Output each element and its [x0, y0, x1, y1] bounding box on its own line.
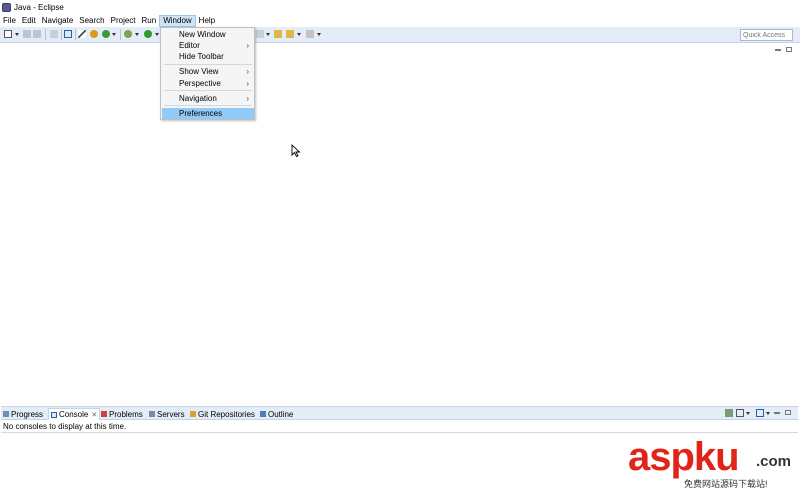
progress-icon: [3, 411, 9, 417]
chevron-right-icon: ›: [246, 67, 249, 76]
external-tools-icon[interactable]: [124, 30, 132, 38]
tab-console[interactable]: Console ✕: [48, 408, 101, 420]
tab-problems[interactable]: Problems: [101, 408, 143, 420]
new-file-icon[interactable]: [4, 30, 12, 38]
display-console-icon[interactable]: [736, 409, 744, 417]
tab-servers[interactable]: Servers: [149, 408, 185, 420]
run-icon[interactable]: [144, 30, 152, 38]
git-icon: [190, 411, 196, 417]
tab-git-repositories[interactable]: Git Repositories: [190, 408, 255, 420]
menu-help[interactable]: Help: [196, 15, 218, 27]
mouse-cursor-icon: [291, 144, 301, 158]
watermark-text: aspku: [628, 435, 740, 479]
tab-label: Problems: [109, 409, 143, 419]
refresh-dropdown-icon[interactable]: [112, 33, 116, 36]
menu-file[interactable]: File: [0, 15, 19, 27]
menu-separator: [164, 105, 252, 106]
title-bar: Java - Eclipse: [0, 0, 800, 14]
tab-label: Console: [59, 410, 89, 419]
editor-icon[interactable]: [256, 30, 264, 38]
panel-tab-bar: Progress Console ✕ Problems Servers Git …: [1, 407, 798, 420]
forward-icon[interactable]: [306, 30, 314, 38]
menu-item-preferences[interactable]: Preferences: [162, 108, 254, 119]
chevron-right-icon: ›: [246, 41, 249, 50]
menu-item-label: New Window: [179, 30, 226, 39]
panel-maximize-icon[interactable]: [785, 410, 791, 415]
panel-minimize-icon[interactable]: [774, 412, 780, 414]
console-icon: [51, 411, 57, 418]
menu-project[interactable]: Project: [108, 15, 139, 27]
back-dropdown-icon[interactable]: [297, 33, 301, 36]
watermark-logo: aspku .com 免费网站源码下载站!: [628, 435, 796, 490]
window-title: Java - Eclipse: [14, 2, 64, 12]
print-icon[interactable]: [50, 30, 58, 38]
chevron-right-icon: ›: [246, 94, 249, 103]
menu-item-show-view[interactable]: Show View ›: [162, 66, 254, 77]
menu-item-perspective[interactable]: Perspective ›: [162, 78, 254, 89]
watermark-subtitle: 免费网站源码下载站!: [684, 479, 768, 489]
refresh-icon[interactable]: [102, 30, 110, 38]
pin-console-icon[interactable]: [725, 409, 733, 417]
outline-icon: [260, 411, 266, 417]
save-all-icon[interactable]: [33, 30, 41, 38]
menu-navigate[interactable]: Navigate: [39, 15, 77, 27]
toggle-breakpoint-icon[interactable]: [78, 30, 86, 38]
console-message: No consoles to display at this time.: [3, 422, 127, 431]
menu-item-label: Preferences: [179, 109, 223, 118]
editor-dropdown-icon[interactable]: [266, 33, 270, 36]
new-dropdown-icon[interactable]: [15, 33, 19, 36]
tab-label: Progress: [11, 409, 44, 419]
menu-separator: [164, 90, 252, 91]
menu-item-label: Perspective: [179, 79, 221, 88]
menu-item-label: Editor: [179, 41, 200, 50]
menu-window[interactable]: Window: [159, 14, 196, 27]
menu-item-label: Navigation: [179, 94, 217, 103]
open-console-icon[interactable]: [756, 409, 764, 417]
menu-item-label: Show View: [179, 67, 219, 76]
close-icon[interactable]: ✕: [91, 411, 97, 419]
save-icon[interactable]: [23, 30, 31, 38]
menu-item-navigation[interactable]: Navigation ›: [162, 93, 254, 104]
external-tools-dropdown-icon[interactable]: [135, 33, 139, 36]
menu-item-hide-toolbar[interactable]: Hide Toolbar: [162, 51, 254, 62]
maximize-icon[interactable]: [786, 47, 792, 52]
editor-area: [1, 44, 798, 404]
terminal-icon[interactable]: [64, 30, 72, 38]
view-menu-icon[interactable]: [766, 412, 770, 415]
display-console-dropdown-icon[interactable]: [746, 412, 750, 415]
tab-progress[interactable]: Progress: [3, 408, 43, 420]
quick-access-input[interactable]: [740, 29, 793, 41]
main-toolbar: [0, 27, 800, 43]
chevron-right-icon: ›: [246, 79, 249, 88]
menu-separator: [164, 64, 252, 65]
servers-icon: [149, 411, 155, 417]
run-dropdown-icon[interactable]: [155, 33, 159, 36]
menu-item-editor[interactable]: Editor ›: [162, 40, 254, 51]
menu-edit[interactable]: Edit: [19, 15, 39, 27]
problems-icon: [101, 411, 107, 417]
menu-item-new-window[interactable]: New Window: [162, 29, 254, 40]
forward-dropdown-icon[interactable]: [317, 33, 321, 36]
back-icon[interactable]: [286, 30, 294, 38]
tab-label: Servers: [157, 409, 185, 419]
menu-run[interactable]: Run: [139, 15, 160, 27]
menu-item-label: Hide Toolbar: [179, 52, 224, 61]
tab-outline[interactable]: Outline: [260, 408, 293, 420]
tab-label: Git Repositories: [198, 409, 255, 419]
eclipse-logo-icon: [2, 2, 11, 12]
watermark-suffix: .com: [756, 453, 792, 470]
minimize-icon[interactable]: [775, 49, 781, 51]
menu-search[interactable]: Search: [76, 15, 107, 27]
window-menu-dropdown: New Window Editor › Hide Toolbar Show Vi…: [160, 27, 255, 120]
menu-bar: File Edit Navigate Search Project Run Wi…: [0, 14, 800, 27]
debug-icon[interactable]: [90, 30, 98, 38]
annotation-icon[interactable]: [274, 30, 282, 38]
tab-label: Outline: [268, 409, 294, 419]
